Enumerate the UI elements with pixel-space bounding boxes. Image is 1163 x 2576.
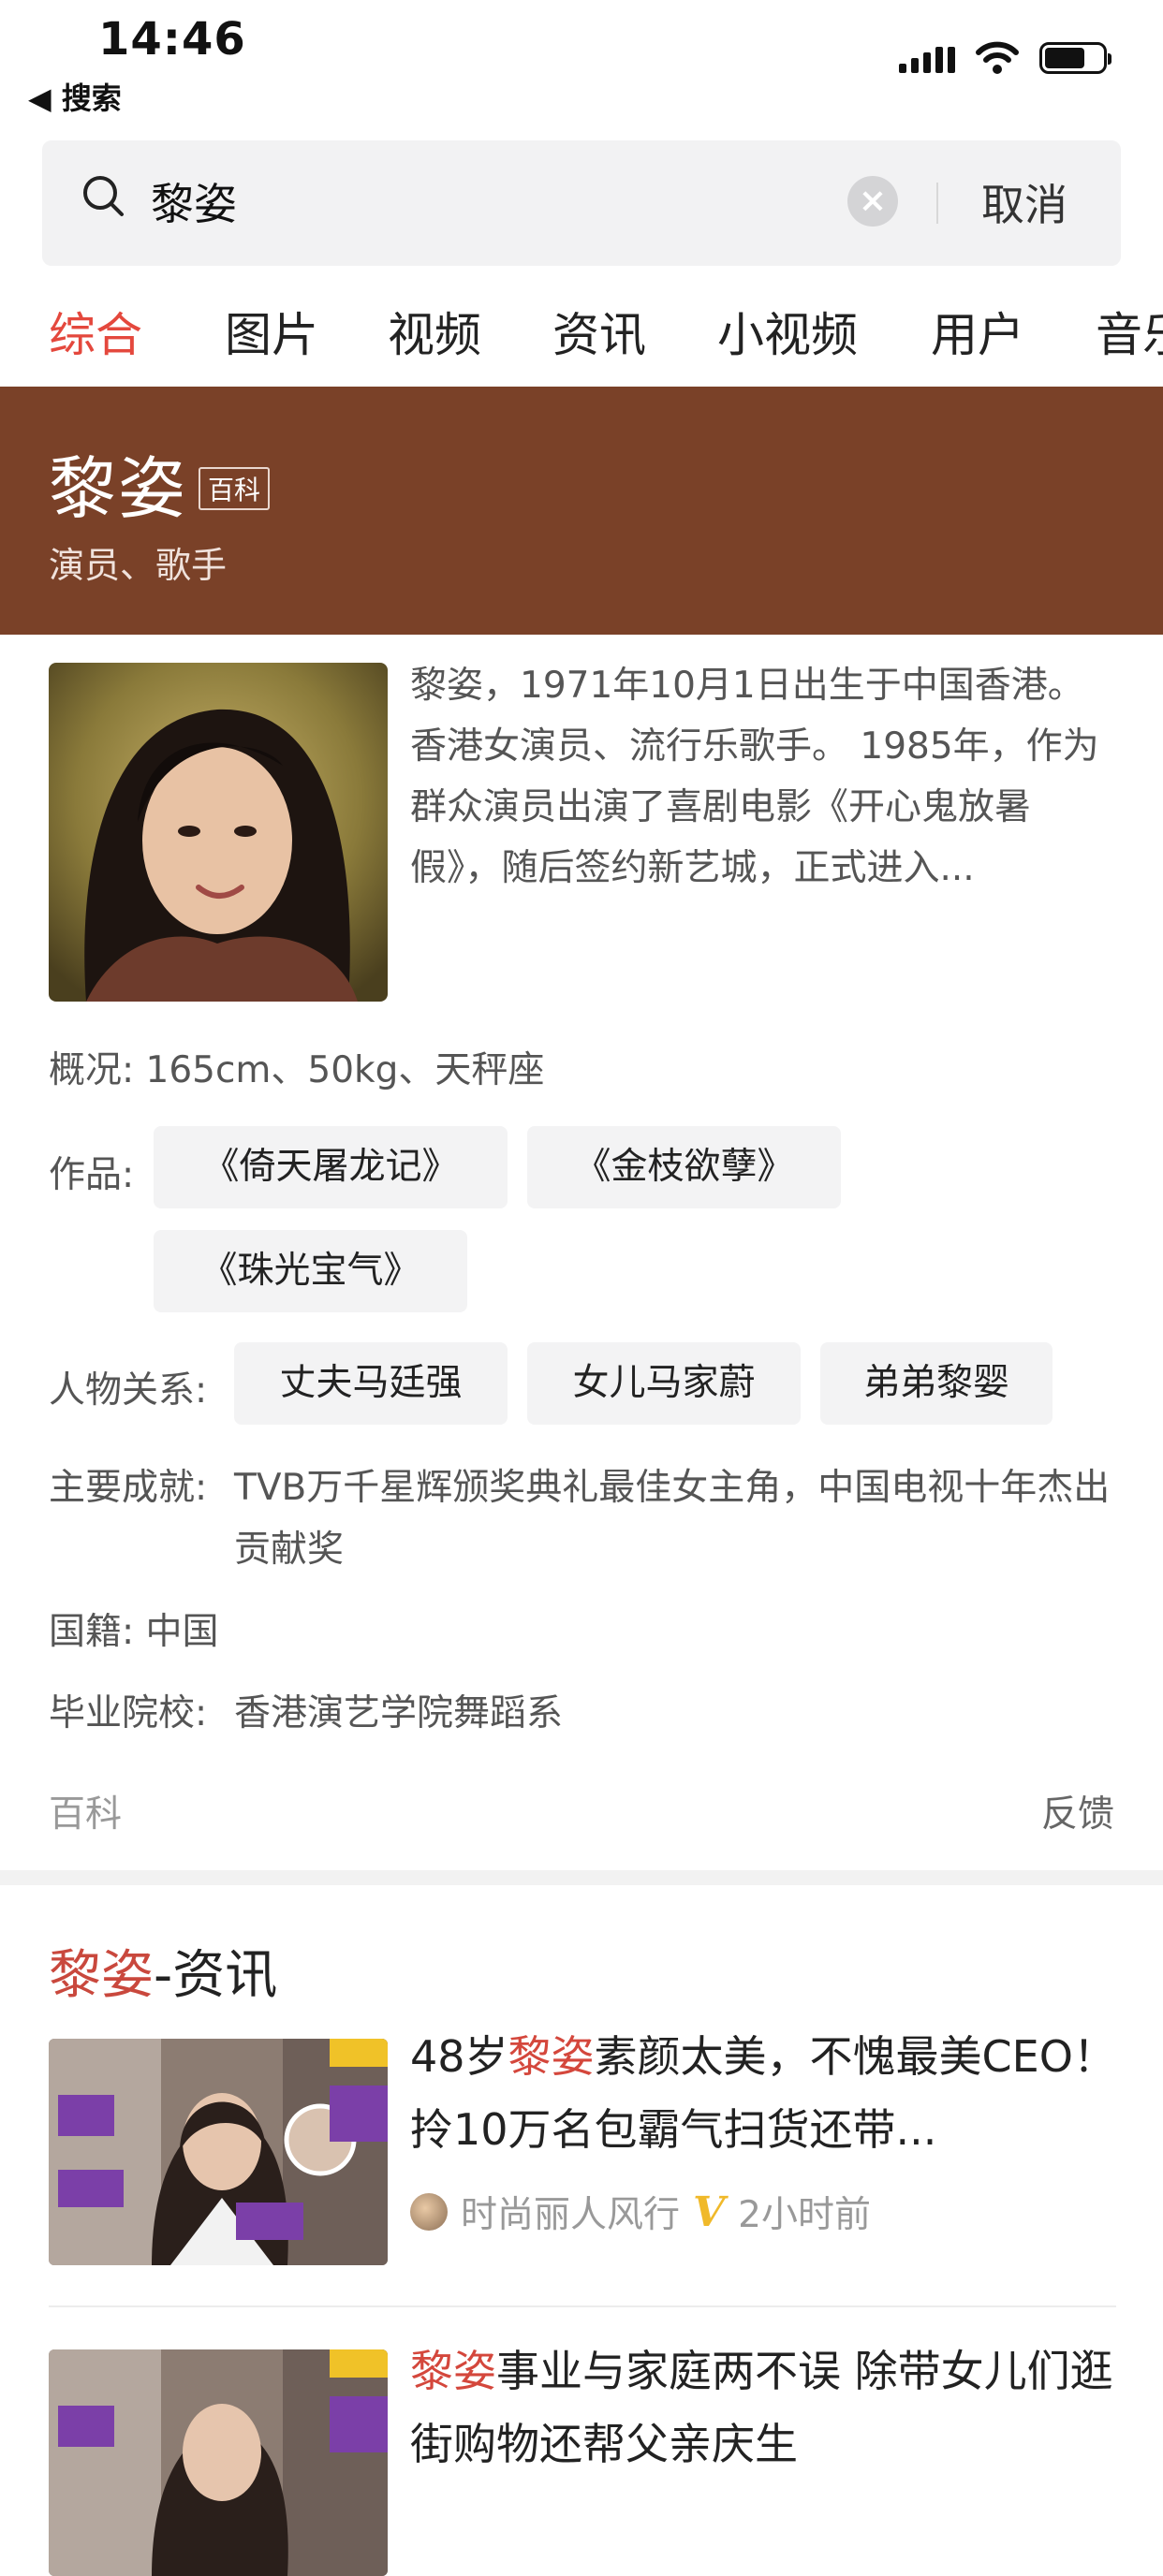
section-separator <box>0 1870 1163 1885</box>
news-headline-post: 事业与家庭两不误 除带女儿们逛街购物还帮父亲庆生 <box>410 2346 1113 2469</box>
person-name: 黎姿 <box>49 449 188 528</box>
tab-music[interactable]: 音乐 <box>1096 298 1163 365</box>
news-time: 2小时前 <box>738 2194 871 2236</box>
news-headline[interactable]: 48岁黎姿素颜太美，不愧最美CEO！拎10万名包霸气扫货还带... <box>410 2020 1122 2166</box>
news-source[interactable]: 时尚丽人风行 <box>461 2186 680 2238</box>
news-thumbnail[interactable] <box>49 2349 388 2576</box>
tab-videos[interactable]: 视频 <box>388 298 481 365</box>
baike-badge: 百科 <box>199 467 271 510</box>
wifi-icon <box>976 41 1019 74</box>
nationality-row: 国籍: 中国 <box>49 1602 219 1663</box>
status-time: 14:46 <box>98 13 246 66</box>
person-intro: 黎姿，1971年10月1日出生于中国香港。香港女演员、流行乐歌手。 1985年，… <box>410 665 1099 889</box>
news-headline-highlight: 黎姿 <box>508 2031 595 2082</box>
work-chip[interactable]: 《珠光宝气》 <box>154 1230 467 1312</box>
news-headline-highlight: 黎姿 <box>410 2346 496 2396</box>
achievements-value: TVB万千星辉颁奖典礼最佳女主角，中国电视十年杰出贡献奖 <box>234 1467 1111 1571</box>
overview-value: 165cm、50kg、天秤座 <box>145 1049 545 1091</box>
news-section-title[interactable]: 黎姿-资讯 <box>49 1933 277 2009</box>
relation-chip[interactable]: 弟弟黎婴 <box>820 1342 1053 1425</box>
tab-news[interactable]: 资讯 <box>552 298 646 365</box>
overview-label: 概况: <box>49 1049 135 1091</box>
news-meta: 时尚丽人风行 V 2小时前 <box>410 2186 871 2238</box>
nationality-label: 国籍: <box>49 1611 135 1653</box>
search-icon <box>83 176 124 216</box>
baike-header[interactable]: 黎姿 百科 演员、歌手 <box>0 387 1163 635</box>
tab-short-videos[interactable]: 小视频 <box>717 298 858 365</box>
status-icons <box>899 39 1111 77</box>
school-value: 香港演艺学院舞蹈系 <box>234 1692 564 1734</box>
list-divider <box>49 2305 1116 2307</box>
search-input[interactable]: 黎姿 <box>151 170 237 232</box>
tab-images[interactable]: 图片 <box>225 298 318 365</box>
tab-comprehensive[interactable]: 综合 <box>49 298 142 365</box>
overview-row: 概况: 165cm、50kg、天秤座 <box>49 1041 544 1093</box>
news-title-highlight: 黎姿 <box>49 1945 154 2006</box>
feedback-button[interactable]: 反馈 <box>1041 1785 1114 1837</box>
battery-icon <box>1039 42 1111 74</box>
category-tabs: 综合 图片 视频 资讯 小视频 用户 音乐 <box>0 298 1163 371</box>
back-to-search-link[interactable]: ◀ 搜索 <box>28 75 122 118</box>
source-avatar <box>410 2193 448 2231</box>
cellular-signal-icon <box>899 43 955 73</box>
news-headline-pre: 48岁 <box>410 2031 508 2082</box>
news-thumbnail[interactable] <box>49 2039 388 2265</box>
person-occupation: 演员、歌手 <box>49 545 228 586</box>
works-label: 作品: <box>49 1154 135 1196</box>
clear-icon[interactable]: × <box>847 176 898 227</box>
school-label: 毕业院校: <box>49 1692 208 1734</box>
tab-users[interactable]: 用户 <box>931 298 1024 365</box>
divider <box>936 183 938 224</box>
cancel-button[interactable]: 取消 <box>981 171 1067 233</box>
relation-chip[interactable]: 丈夫马廷强 <box>234 1342 508 1425</box>
relation-chip[interactable]: 女儿马家蔚 <box>527 1342 801 1425</box>
news-title-suffix: -资讯 <box>154 1945 278 2006</box>
verified-icon: V <box>693 2188 726 2236</box>
work-chip[interactable]: 《金枝欲孽》 <box>527 1126 841 1208</box>
work-chip[interactable]: 《倚天屠龙记》 <box>154 1126 508 1208</box>
relations-label: 人物关系: <box>49 1369 208 1412</box>
person-photo[interactable] <box>49 663 388 1002</box>
achievements-label: 主要成就: <box>49 1467 208 1509</box>
news-headline[interactable]: 黎姿事业与家庭两不误 除带女儿们逛街购物还帮父亲庆生 <box>410 2334 1122 2481</box>
baike-source[interactable]: 百科 <box>49 1785 122 1837</box>
search-bar: 黎姿 × 取消 <box>42 140 1121 266</box>
nationality-value: 中国 <box>145 1611 219 1653</box>
